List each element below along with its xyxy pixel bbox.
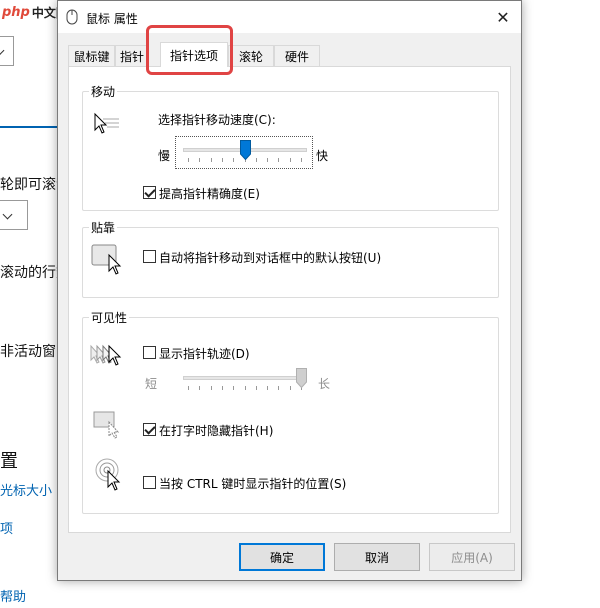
background-link-help[interactable]: 帮助 bbox=[0, 586, 26, 605]
window-title: 鼠标 属性 bbox=[86, 12, 138, 26]
tab-hardware[interactable]: 硬件 bbox=[274, 45, 320, 66]
slider-tick bbox=[289, 158, 291, 162]
background-link-cursor-size[interactable]: 光标大小 bbox=[0, 480, 52, 499]
trail-slider-track bbox=[183, 376, 307, 380]
ctrl-location-label: 当按 CTRL 键时显示指针的位置(S) bbox=[159, 477, 347, 491]
slider-tick bbox=[199, 158, 201, 162]
slider-tick bbox=[301, 158, 302, 162]
slider-tick bbox=[255, 386, 257, 390]
slider-tick bbox=[267, 158, 269, 162]
motion-group-label: 移动 bbox=[89, 83, 118, 100]
background-dropdown-2[interactable] bbox=[0, 200, 28, 230]
pointer-trails-icon bbox=[90, 344, 122, 366]
slider-tick bbox=[255, 158, 257, 162]
hide-while-typing-label: 在打字时隐藏指针(H) bbox=[159, 424, 274, 438]
mouse-icon bbox=[66, 9, 78, 25]
slider-tick bbox=[278, 386, 280, 390]
ok-button[interactable]: 确定 bbox=[239, 543, 325, 571]
cancel-button[interactable]: 取消 bbox=[334, 543, 420, 571]
close-icon: ✕ bbox=[496, 7, 510, 27]
slider-tick bbox=[233, 386, 235, 390]
close-button[interactable]: ✕ bbox=[485, 1, 521, 33]
slider-tick bbox=[221, 158, 223, 162]
slider-tick bbox=[188, 386, 189, 390]
background-heading: 置 bbox=[0, 451, 18, 472]
motion-group: 移动 选择指针移动速度(C): 慢 快 提高指针精确度(E) bbox=[82, 83, 499, 211]
hide-while-typing-checkbox[interactable] bbox=[143, 423, 156, 436]
hide-while-typing-icon bbox=[93, 411, 120, 439]
slider-tick bbox=[233, 158, 235, 162]
speed-slider-thumb[interactable] bbox=[239, 140, 251, 160]
trails-label: 显示指针轨迹(D) bbox=[159, 347, 250, 361]
title-bar: 鼠标 属性 ✕ bbox=[58, 1, 521, 33]
trail-slider-thumb[interactable] bbox=[296, 368, 307, 388]
slider-tick bbox=[244, 386, 246, 390]
apply-button[interactable]: 应用(A) bbox=[429, 543, 515, 571]
tab-buttons[interactable]: 鼠标键 bbox=[68, 45, 115, 66]
slider-tick bbox=[267, 386, 269, 390]
pointer-speed-icon bbox=[94, 112, 119, 134]
snap-group: 贴靠 自动将指针移动到对话框中的默认按钮(U) bbox=[82, 219, 499, 298]
trail-slider-ticks bbox=[183, 386, 307, 390]
visibility-group: 可见性 显示指针轨迹(D) 短 长 在打字时隐藏指针(H) 当按 CTRL 键时… bbox=[82, 309, 499, 514]
background-divider bbox=[0, 126, 58, 128]
visibility-group-label: 可见性 bbox=[89, 309, 130, 326]
fast-label: 快 bbox=[316, 149, 329, 163]
speed-label: 选择指针移动速度(C): bbox=[158, 113, 276, 127]
show-location-icon bbox=[95, 458, 121, 491]
precision-checkbox[interactable] bbox=[143, 186, 156, 199]
background-dropdown[interactable] bbox=[0, 36, 14, 66]
snap-to-icon bbox=[91, 244, 122, 275]
highlight-box bbox=[146, 25, 233, 75]
slider-tick bbox=[210, 386, 212, 390]
short-label: 短 bbox=[145, 377, 158, 391]
snap-label: 自动将指针移动到对话框中的默认按钮(U) bbox=[159, 251, 382, 265]
mouse-properties-dialog: 鼠标 属性 ✕ 鼠标键 指针 指针选项 滚轮 硬件 移动 选择指针移动速度(C)… bbox=[57, 0, 522, 581]
slider-tick bbox=[188, 158, 189, 162]
tab-panel: 移动 选择指针移动速度(C): 慢 快 提高指针精确度(E) 贴靠 自动将指针移… bbox=[68, 66, 511, 533]
snap-checkbox[interactable] bbox=[143, 250, 156, 263]
speed-slider[interactable] bbox=[183, 140, 307, 164]
slider-tick bbox=[289, 386, 291, 390]
slow-label: 慢 bbox=[158, 149, 171, 163]
long-label: 长 bbox=[318, 377, 331, 391]
trail-length-slider[interactable] bbox=[183, 368, 307, 392]
precision-label: 提高指针精确度(E) bbox=[159, 187, 260, 201]
ctrl-location-checkbox[interactable] bbox=[143, 476, 156, 489]
slider-tick bbox=[278, 158, 280, 162]
slider-tick bbox=[199, 386, 201, 390]
trails-checkbox[interactable] bbox=[143, 346, 156, 359]
slider-tick bbox=[210, 158, 212, 162]
tab-pointers[interactable]: 指针 bbox=[115, 45, 149, 66]
tab-wheel[interactable]: 滚轮 bbox=[228, 45, 274, 66]
slider-tick bbox=[221, 386, 223, 390]
background-link-options[interactable]: 项 bbox=[0, 518, 13, 537]
snap-group-label: 贴靠 bbox=[89, 219, 118, 236]
